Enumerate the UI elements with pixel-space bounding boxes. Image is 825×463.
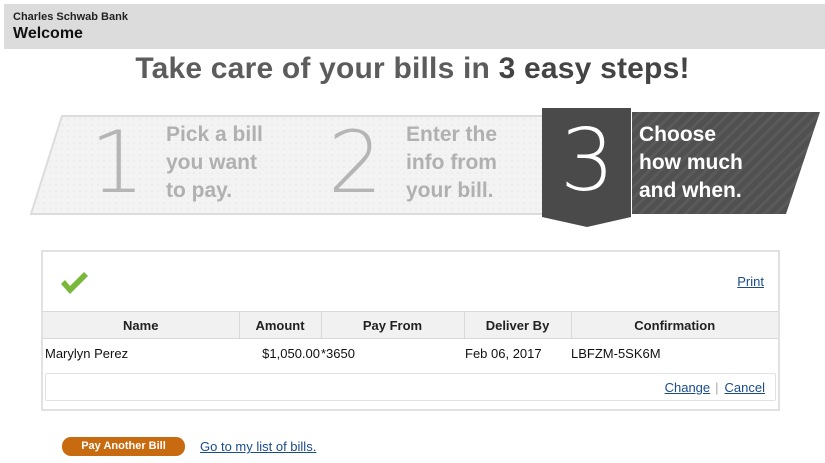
step-2-line-3: your bill. [406, 179, 494, 202]
cell-confirmation: LBFZM-5SK6M [571, 345, 661, 361]
step-3-number: 3 [560, 111, 615, 211]
step-3-text: Choose how much and when. [639, 121, 743, 205]
checkmark-icon [61, 272, 88, 294]
bank-name: Charles Schwab Bank [13, 11, 128, 23]
page-headline: Take care of your bills in 3 easy steps! [0, 52, 825, 86]
column-header-pay-from: Pay From [321, 311, 465, 339]
row-actions-bar: Change | Cancel [45, 373, 776, 401]
column-header-name: Name [43, 311, 240, 339]
steps-banner: 1 Pick a bill you want to pay. 2 Enter t… [0, 105, 825, 235]
step-2-text: Enter the info from your bill. [406, 121, 497, 205]
step-3-line-3: and when. [639, 179, 742, 202]
step-2-line-2: info from [406, 151, 497, 174]
step-1-line-1: Pick a bill [166, 123, 263, 146]
step-3-line-1: Choose [639, 123, 717, 146]
top-header-bar: Charles Schwab Bank Welcome [4, 4, 825, 49]
welcome-title: Welcome [13, 25, 83, 42]
cell-deliver-by: Feb 06, 2017 [465, 345, 542, 361]
step-2-number: 2 [328, 113, 383, 213]
step-3-line-2: how much [639, 151, 743, 174]
step-1-number: 1 [90, 113, 145, 213]
go-to-bill-list-link[interactable]: Go to my list of bills. [200, 439, 316, 454]
table-header-row: Name Amount Pay From Deliver By Confirma… [43, 311, 778, 339]
step-2-line-1: Enter the [406, 123, 498, 146]
change-link[interactable]: Change [665, 380, 711, 395]
pay-another-bill-button[interactable]: Pay Another Bill [62, 437, 185, 456]
cancel-link[interactable]: Cancel [725, 380, 765, 395]
cell-amount: $1,050.00 [262, 345, 320, 361]
link-divider: | [715, 380, 719, 395]
column-header-deliver-by: Deliver By [464, 311, 572, 339]
step-1-line-2: you want [166, 151, 258, 174]
confirmation-panel: Print Name Amount Pay From Deliver By Co… [41, 250, 780, 411]
print-link[interactable]: Print [737, 274, 764, 289]
table-row: Marylyn Perez $1,050.00 *3650 Feb 06, 20… [43, 339, 778, 368]
column-header-confirmation: Confirmation [571, 311, 778, 339]
headline-emphasis: 3 easy steps! [498, 52, 690, 85]
cell-pay-from: *3650 [321, 345, 355, 361]
payment-table: Name Amount Pay From Deliver By Confirma… [43, 311, 778, 367]
row-action-links: Change | Cancel [665, 380, 765, 395]
step-1-text: Pick a bill you want to pay. [166, 121, 263, 205]
column-header-amount: Amount [239, 311, 322, 339]
step-1-line-3: to pay. [166, 179, 233, 202]
cell-name: Marylyn Perez [45, 345, 129, 361]
headline-prefix: Take care of your bills in [135, 52, 499, 85]
